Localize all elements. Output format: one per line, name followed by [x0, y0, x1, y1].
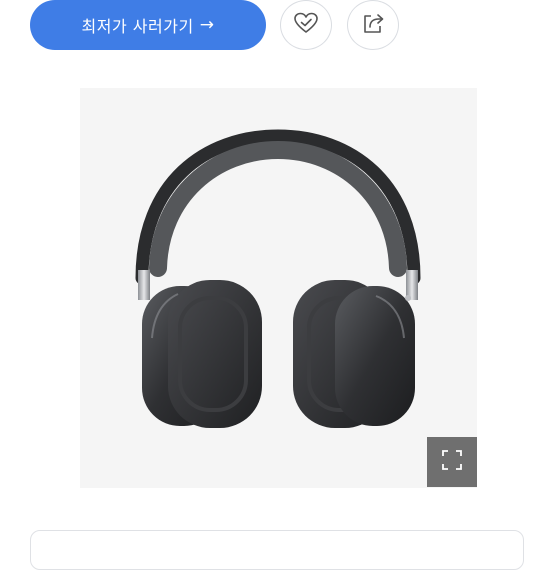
headphones-image: [135, 129, 421, 428]
heart-check-icon: [293, 11, 319, 39]
zoom-button[interactable]: [427, 437, 477, 487]
buy-lowest-price-button[interactable]: 최저가 사러가기 →: [30, 0, 266, 50]
expand-icon: [440, 448, 464, 476]
arrow-right-icon: →: [199, 15, 215, 35]
share-icon: [360, 11, 386, 39]
info-card: [30, 530, 524, 570]
wishlist-button[interactable]: [280, 0, 332, 50]
buy-lowest-price-label: 최저가 사러가기: [81, 17, 194, 36]
share-button[interactable]: [347, 0, 399, 50]
product-image-frame: [80, 88, 477, 488]
